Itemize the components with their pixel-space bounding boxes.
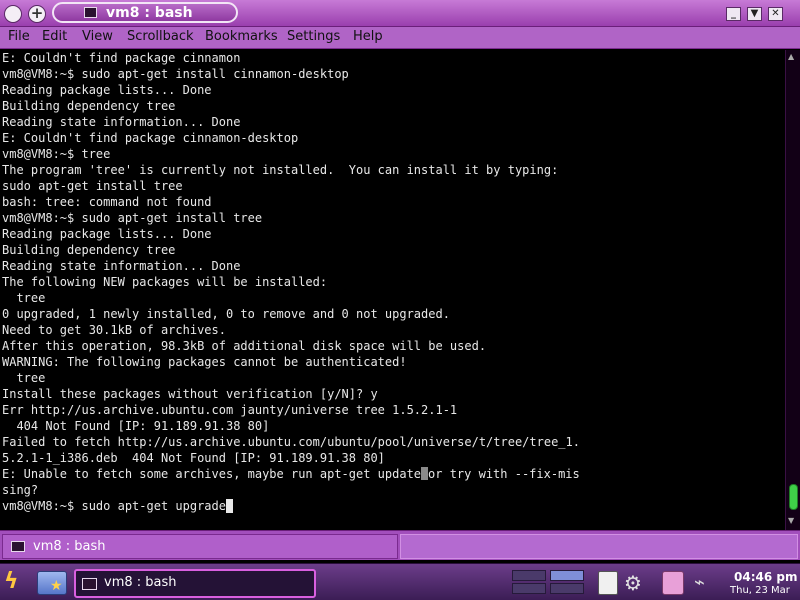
menu-view[interactable]: View	[82, 29, 113, 44]
terminal-line: tree	[2, 291, 46, 305]
tab-bar-empty-area[interactable]	[400, 534, 798, 559]
network-plug-icon[interactable]: ⌁	[694, 571, 722, 595]
taskbar-task-vm8-bash[interactable]: vm8 : bash	[74, 569, 316, 598]
text-cursor	[225, 499, 234, 513]
terminal-line: 5.2.1-1_i386.deb 404 Not Found [IP: 91.1…	[2, 451, 385, 465]
terminal-line: The following NEW packages will be insta…	[2, 275, 328, 289]
terminal-prompt-line[interactable]: vm8@VM8:~$ sudo apt-get upgrade	[2, 498, 234, 514]
task-label: vm8 : bash	[104, 575, 177, 590]
terminal-line: sudo apt-get install tree	[2, 179, 183, 193]
terminal-line: Err http://us.archive.ubuntu.com jaunty/…	[2, 403, 458, 417]
clock-time[interactable]: 04:46 pm	[734, 570, 797, 584]
pager-desktop-3[interactable]	[512, 583, 546, 594]
home-folder-icon[interactable]: ★	[37, 571, 67, 595]
scroll-down-icon[interactable]: ▼	[788, 516, 798, 526]
terminal-scrollbar[interactable]: ▲ ▼	[785, 50, 800, 530]
package-icon[interactable]	[662, 571, 684, 595]
terminal-line: E: Unable to fetch some archives, maybe …	[2, 467, 580, 481]
terminal-line: E: Couldn't find package cinnamon	[2, 51, 241, 65]
window-title: vm8 : bash	[106, 5, 193, 21]
pager-icon[interactable]	[512, 570, 588, 596]
terminal-line: vm8@VM8:~$ sudo apt-get install tree	[2, 211, 263, 225]
pager-desktop-2[interactable]	[550, 570, 584, 581]
kde-menu-icon[interactable]: ϟ	[4, 570, 30, 594]
menu-edit[interactable]: Edit	[42, 29, 67, 44]
terminal-line: WARNING: The following packages cannot b…	[2, 355, 407, 369]
terminal-line: Reading state information... Done	[2, 115, 241, 129]
terminal-line: Install these packages without verificat…	[2, 387, 378, 401]
terminal-line: 404 Not Found [IP: 91.189.91.38 80]	[2, 419, 270, 433]
terminal-line: vm8@VM8:~$ tree	[2, 147, 111, 161]
terminal-line: Reading state information... Done	[2, 259, 241, 273]
window-title-pill[interactable]: vm8 : bash	[52, 2, 238, 23]
terminal-icon	[11, 541, 25, 552]
menu-settings[interactable]: Settings	[287, 29, 340, 44]
menu-bookmarks[interactable]: Bookmarks	[205, 29, 278, 44]
terminal-icon	[84, 7, 97, 18]
new-tab-button[interactable]: +	[28, 5, 46, 23]
terminal-icon	[82, 578, 97, 590]
terminal-output[interactable]: E: Couldn't find package cinnamon vm8@VM8…	[0, 50, 785, 530]
tab-label: vm8 : bash	[33, 539, 106, 554]
terminal-line: Failed to fetch http://us.archive.ubuntu…	[2, 435, 580, 449]
terminal-line: The program 'tree' is currently not inst…	[2, 163, 559, 177]
terminal-line: Reading package lists... Done	[2, 227, 212, 241]
clock-date[interactable]: Thu, 23 Mar	[730, 585, 790, 596]
terminal-line: Building dependency tree	[2, 99, 176, 113]
terminal-line: After this operation, 98.3kB of addition…	[2, 339, 487, 353]
menu-help[interactable]: Help	[353, 29, 383, 44]
scrollbar-thumb[interactable]	[789, 484, 798, 510]
terminal-line: tree	[2, 371, 46, 385]
terminal-line: vm8@VM8:~$ sudo apt-get install cinnamon…	[2, 67, 349, 81]
tab-bar: vm8 : bash	[0, 530, 800, 560]
terminal-line: Building dependency tree	[2, 243, 176, 257]
terminal-line: 0 upgraded, 1 newly installed, 0 to remo…	[2, 307, 450, 321]
window-menu-button[interactable]	[4, 5, 22, 23]
pager-desktop-1[interactable]	[512, 570, 546, 581]
terminal-line: Need to get 30.1kB of archives.	[2, 323, 226, 337]
menu-scrollback[interactable]: Scrollback	[127, 29, 194, 44]
title-bar: + vm8 : bash _ ▼ ✕	[0, 0, 800, 27]
settings-gear-icon[interactable]: ⚙	[624, 571, 648, 595]
minimize-button[interactable]: _	[726, 7, 741, 21]
terminal-line: sing?	[2, 483, 39, 497]
selection-cursor	[421, 467, 429, 480]
tab-vm8-bash[interactable]: vm8 : bash	[2, 534, 398, 559]
terminal-line: bash: tree: command not found	[2, 195, 212, 209]
close-button[interactable]: ✕	[768, 7, 783, 21]
menu-bar: File Edit View Scrollback Bookmarks Sett…	[0, 27, 800, 49]
scroll-up-icon[interactable]: ▲	[788, 52, 798, 62]
menu-file[interactable]: File	[8, 29, 30, 44]
pager-desktop-4[interactable]	[550, 583, 584, 594]
terminal-line: E: Couldn't find package cinnamon-deskto…	[2, 131, 299, 145]
taskbar: ϟ ★ vm8 : bash ⚙ ⌁ 04:46 pm Thu, 23 Mar	[0, 563, 800, 600]
maximize-button[interactable]: ▼	[747, 7, 762, 21]
terminal-line: Reading package lists... Done	[2, 83, 212, 97]
clipboard-icon[interactable]	[598, 571, 618, 595]
